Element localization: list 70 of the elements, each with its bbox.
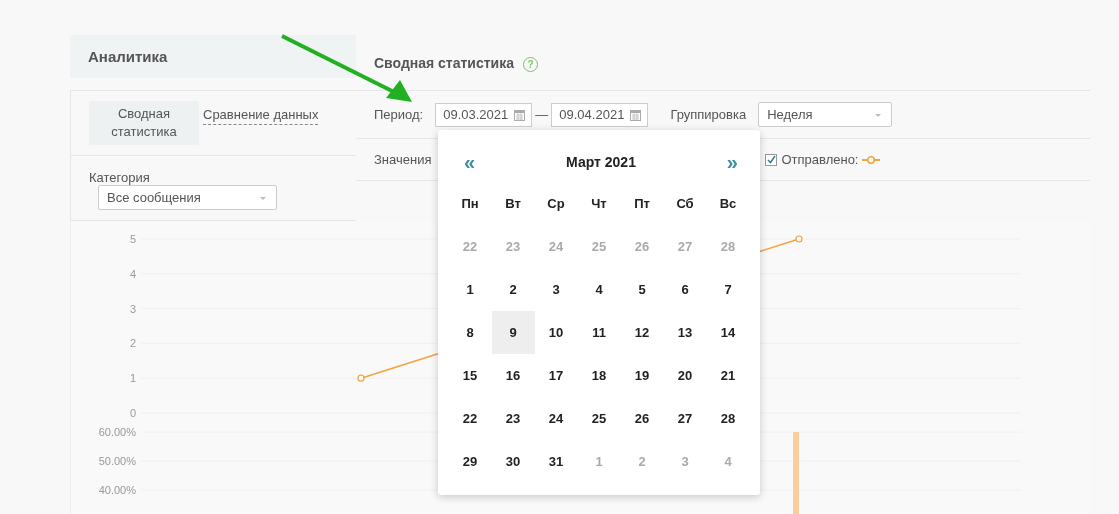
- weekday-label: Пт: [633, 195, 651, 213]
- calendar-day[interactable]: 12: [620, 311, 664, 354]
- page-title: Сводная статистика: [374, 54, 515, 71]
- calendar-day[interactable]: 18: [577, 354, 621, 397]
- calendar-day[interactable]: 16: [491, 354, 535, 397]
- axis-tick-label: 40.00%: [98, 484, 136, 496]
- calendar-day[interactable]: 22: [448, 397, 492, 440]
- values-label: Значения: [374, 152, 432, 167]
- calendar-day[interactable]: 13: [663, 311, 707, 354]
- axis-tick-label: 1: [129, 372, 136, 385]
- calendar-day[interactable]: 6: [663, 268, 707, 311]
- tab[interactable]: Сравнение данных: [203, 104, 319, 125]
- calendar-day[interactable]: 24: [534, 397, 578, 440]
- data-point: [357, 374, 365, 382]
- axis-tick-label: 2: [129, 337, 136, 350]
- data-point: [795, 235, 803, 243]
- calendar-day[interactable]: 3: [534, 268, 578, 311]
- weekday-label: Сб: [675, 195, 695, 213]
- category-label: Категория: [89, 170, 150, 185]
- calendar-day[interactable]: 19: [620, 354, 664, 397]
- grouping-label: Группировка: [670, 107, 747, 122]
- axis-tick-label: 0: [129, 407, 136, 419]
- calendar-day[interactable]: 14: [706, 311, 750, 354]
- calendar-day[interactable]: 28: [706, 397, 750, 440]
- calendar-day[interactable]: 7: [706, 268, 750, 311]
- category-select[interactable]: Все сообщения: [98, 185, 277, 210]
- calendar-day[interactable]: 2: [491, 268, 535, 311]
- date-field[interactable]: 09.04.2021: [551, 102, 649, 127]
- calendar-day[interactable]: 9: [491, 311, 535, 354]
- calendar-day[interactable]: 15: [448, 354, 492, 397]
- calendar-day[interactable]: 17: [534, 354, 578, 397]
- period-label: Период:: [374, 107, 424, 122]
- legend-label: Отправлено:: [781, 152, 859, 167]
- range-dash: —: [535, 107, 549, 122]
- calendar-day[interactable]: 4: [577, 268, 621, 311]
- weekday-label: Ср: [546, 195, 566, 213]
- calendar-day[interactable]: 23: [491, 397, 535, 440]
- calendar-day[interactable]: 25: [577, 397, 621, 440]
- calendar-day[interactable]: 20: [663, 354, 707, 397]
- calendar-icon: [630, 108, 642, 121]
- previous-month-button[interactable]: «: [464, 150, 476, 174]
- calendar-day[interactable]: 26: [620, 397, 664, 440]
- axis-tick-label: 50.00%: [98, 455, 136, 467]
- axis-tick-label: 60.00%: [98, 426, 136, 438]
- checkbox[interactable]: [765, 153, 778, 166]
- calendar-day[interactable]: 31: [534, 440, 578, 483]
- month-title: Март 2021: [566, 154, 636, 170]
- calendar-icon: [514, 108, 526, 121]
- calendar-day[interactable]: 1: [448, 268, 492, 311]
- calendar-day[interactable]: 11: [577, 311, 621, 354]
- legend-line-icon: [862, 154, 881, 165]
- calendar-day[interactable]: 29: [448, 440, 492, 483]
- date-field[interactable]: 09.03.2021: [435, 102, 533, 127]
- grouping-select[interactable]: Неделя: [758, 102, 893, 127]
- axis-tick-label: 5: [129, 233, 136, 245]
- calendar-day[interactable]: 5: [620, 268, 664, 311]
- calendar-day[interactable]: 21: [706, 354, 750, 397]
- calendar-day[interactable]: 10: [534, 311, 578, 354]
- calendar-day[interactable]: 27: [663, 397, 707, 440]
- calendar-day[interactable]: 30: [491, 440, 535, 483]
- calendar-day[interactable]: 8: [448, 311, 492, 354]
- axis-tick-label: 3: [129, 302, 136, 315]
- weekday-label: Вс: [718, 195, 738, 213]
- weekday-label: Вт: [504, 195, 522, 213]
- section-title: Аналитика: [88, 48, 168, 65]
- axis-tick-label: 4: [129, 267, 136, 280]
- weekday-label: Пн: [460, 195, 480, 213]
- tab[interactable]: Сводная статистика: [89, 101, 199, 145]
- weekday-label: Чт: [590, 195, 608, 213]
- next-month-button[interactable]: »: [726, 150, 738, 174]
